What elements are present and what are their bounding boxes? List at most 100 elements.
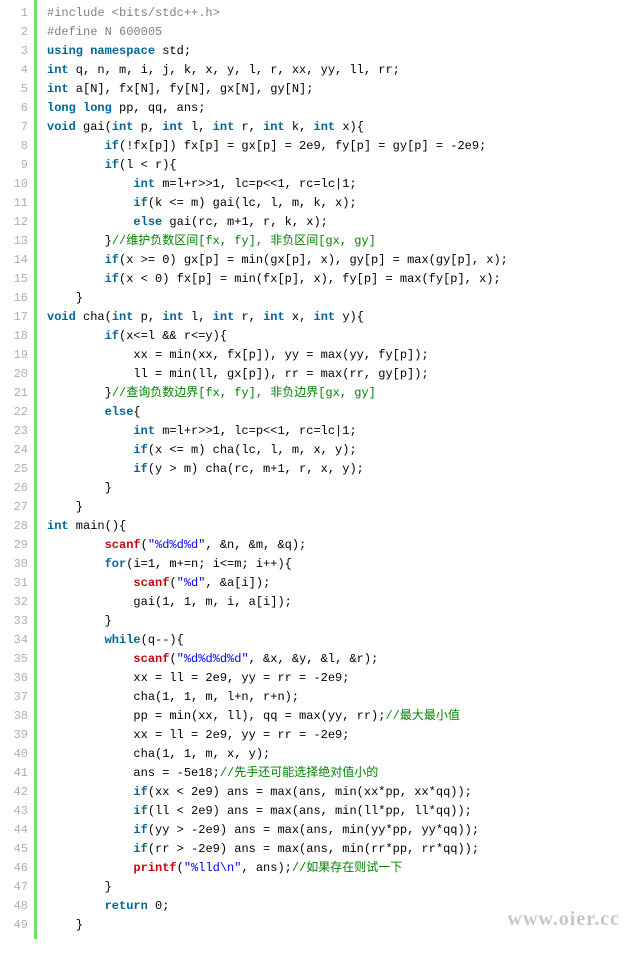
code-line: scanf("%d", &a[i]); bbox=[47, 574, 634, 593]
token-fn bbox=[47, 158, 105, 172]
code-line: if(ll < 2e9) ans = max(ans, min(ll*pp, l… bbox=[47, 802, 634, 821]
code-line: }//维护负数区间[fx, fy], 非负区间[gx, gy] bbox=[47, 232, 634, 251]
line-number: 24 bbox=[4, 441, 28, 460]
line-number: 1 bbox=[4, 4, 28, 23]
token-fn: gai(1, 1, m, i, a[i]); bbox=[47, 595, 292, 609]
token-fn: y){ bbox=[335, 310, 364, 324]
token-fn: l, bbox=[184, 310, 213, 324]
line-number: 26 bbox=[4, 479, 28, 498]
token-ty: int bbox=[162, 120, 184, 134]
token-ty: int bbox=[47, 63, 69, 77]
token-fn bbox=[76, 101, 83, 115]
code-line: } bbox=[47, 498, 634, 517]
code-line: } bbox=[47, 878, 634, 897]
token-fn: (x >= 0) gx[p] = min(gx[p], x), gy[p] = … bbox=[119, 253, 508, 267]
token-kw: if bbox=[133, 823, 147, 837]
code-line: if(x<=l && r<=y){ bbox=[47, 327, 634, 346]
token-io: scanf bbox=[105, 538, 141, 552]
token-fn: (x <= m) cha(lc, l, m, x, y); bbox=[148, 443, 357, 457]
code-content: #include <bits/stdc++.h>#define N 600005… bbox=[37, 0, 634, 939]
code-line: } bbox=[47, 612, 634, 631]
line-number: 43 bbox=[4, 802, 28, 821]
line-number: 29 bbox=[4, 536, 28, 555]
token-fn: , &x, &y, &l, &r); bbox=[249, 652, 379, 666]
token-fn: (!fx[p]) fx[p] = gx[p] = 2e9, fy[p] = gy… bbox=[119, 139, 486, 153]
token-str: "%d%d%d%d" bbox=[177, 652, 249, 666]
token-str: "%d" bbox=[177, 576, 206, 590]
code-line: if(l < r){ bbox=[47, 156, 634, 175]
line-number: 6 bbox=[4, 99, 28, 118]
token-pp: #define N 600005 bbox=[47, 25, 162, 39]
line-number-gutter: 1234567891011121314151617181920212223242… bbox=[0, 0, 37, 939]
line-number: 35 bbox=[4, 650, 28, 669]
token-ty: long bbox=[83, 101, 112, 115]
token-fn bbox=[47, 785, 133, 799]
token-ty: int bbox=[314, 120, 336, 134]
code-line: void gai(int p, int l, int r, int k, int… bbox=[47, 118, 634, 137]
token-fn bbox=[47, 557, 105, 571]
code-line: if(xx < 2e9) ans = max(ans, min(xx*pp, x… bbox=[47, 783, 634, 802]
code-line: else{ bbox=[47, 403, 634, 422]
line-number: 15 bbox=[4, 270, 28, 289]
code-line: int main(){ bbox=[47, 517, 634, 536]
token-fn bbox=[47, 842, 133, 856]
code-line: #define N 600005 bbox=[47, 23, 634, 42]
token-kw: if bbox=[133, 804, 147, 818]
token-cm: //查询负数边界[fx, fy], 非负边界[gx, gy] bbox=[112, 386, 376, 400]
token-fn: (x < 0) fx[p] = min(fx[p], x), fy[p] = m… bbox=[119, 272, 501, 286]
token-fn: x){ bbox=[335, 120, 364, 134]
code-line: int q, n, m, i, j, k, x, y, l, r, xx, yy… bbox=[47, 61, 634, 80]
line-number: 31 bbox=[4, 574, 28, 593]
code-line: } bbox=[47, 916, 634, 935]
token-kw: if bbox=[133, 443, 147, 457]
code-line: xx = ll = 2e9, yy = rr = -2e9; bbox=[47, 726, 634, 745]
token-fn: k, bbox=[285, 120, 314, 134]
token-fn: ( bbox=[169, 652, 176, 666]
token-fn: (q--){ bbox=[141, 633, 184, 647]
token-fn bbox=[47, 253, 105, 267]
line-number: 40 bbox=[4, 745, 28, 764]
line-number: 27 bbox=[4, 498, 28, 517]
token-fn: , &a[i]); bbox=[205, 576, 270, 590]
line-number: 30 bbox=[4, 555, 28, 574]
token-fn bbox=[47, 652, 133, 666]
token-fn: gai(rc, m+1, r, k, x); bbox=[162, 215, 328, 229]
token-fn bbox=[47, 329, 105, 343]
token-fn: q, n, m, i, j, k, x, y, l, r, xx, yy, ll… bbox=[69, 63, 400, 77]
token-ty: int bbox=[47, 82, 69, 96]
token-kw: namespace bbox=[90, 44, 155, 58]
token-fn: 0; bbox=[148, 899, 170, 913]
token-fn: } bbox=[47, 234, 112, 248]
token-ty: int bbox=[47, 519, 69, 533]
token-fn: } bbox=[47, 918, 83, 932]
token-fn: } bbox=[47, 500, 83, 514]
token-fn bbox=[47, 405, 105, 419]
token-fn: l, bbox=[184, 120, 213, 134]
token-fn bbox=[47, 272, 105, 286]
token-kw: if bbox=[105, 158, 119, 172]
line-number: 33 bbox=[4, 612, 28, 631]
line-number: 11 bbox=[4, 194, 28, 213]
token-fn bbox=[47, 215, 133, 229]
code-line: int a[N], fx[N], fy[N], gx[N], gy[N]; bbox=[47, 80, 634, 99]
token-fn bbox=[47, 462, 133, 476]
line-number: 9 bbox=[4, 156, 28, 175]
token-kw: while bbox=[105, 633, 141, 647]
code-line: while(q--){ bbox=[47, 631, 634, 650]
token-fn: a[N], fx[N], fy[N], gx[N], gy[N]; bbox=[69, 82, 314, 96]
line-number: 48 bbox=[4, 897, 28, 916]
code-line: scanf("%d%d%d%d", &x, &y, &l, &r); bbox=[47, 650, 634, 669]
code-line: int m=l+r>>1, lc=p<<1, rc=lc|1; bbox=[47, 175, 634, 194]
line-number: 37 bbox=[4, 688, 28, 707]
line-number: 12 bbox=[4, 213, 28, 232]
code-line: if(y > m) cha(rc, m+1, r, x, y); bbox=[47, 460, 634, 479]
token-ty: int bbox=[213, 120, 235, 134]
line-number: 25 bbox=[4, 460, 28, 479]
line-number: 42 bbox=[4, 783, 28, 802]
token-fn: p, bbox=[133, 310, 162, 324]
code-line: long long pp, qq, ans; bbox=[47, 99, 634, 118]
token-fn: main(){ bbox=[69, 519, 127, 533]
token-kw: else bbox=[105, 405, 134, 419]
token-fn: (xx < 2e9) ans = max(ans, min(xx*pp, xx*… bbox=[148, 785, 472, 799]
token-ty: int bbox=[162, 310, 184, 324]
